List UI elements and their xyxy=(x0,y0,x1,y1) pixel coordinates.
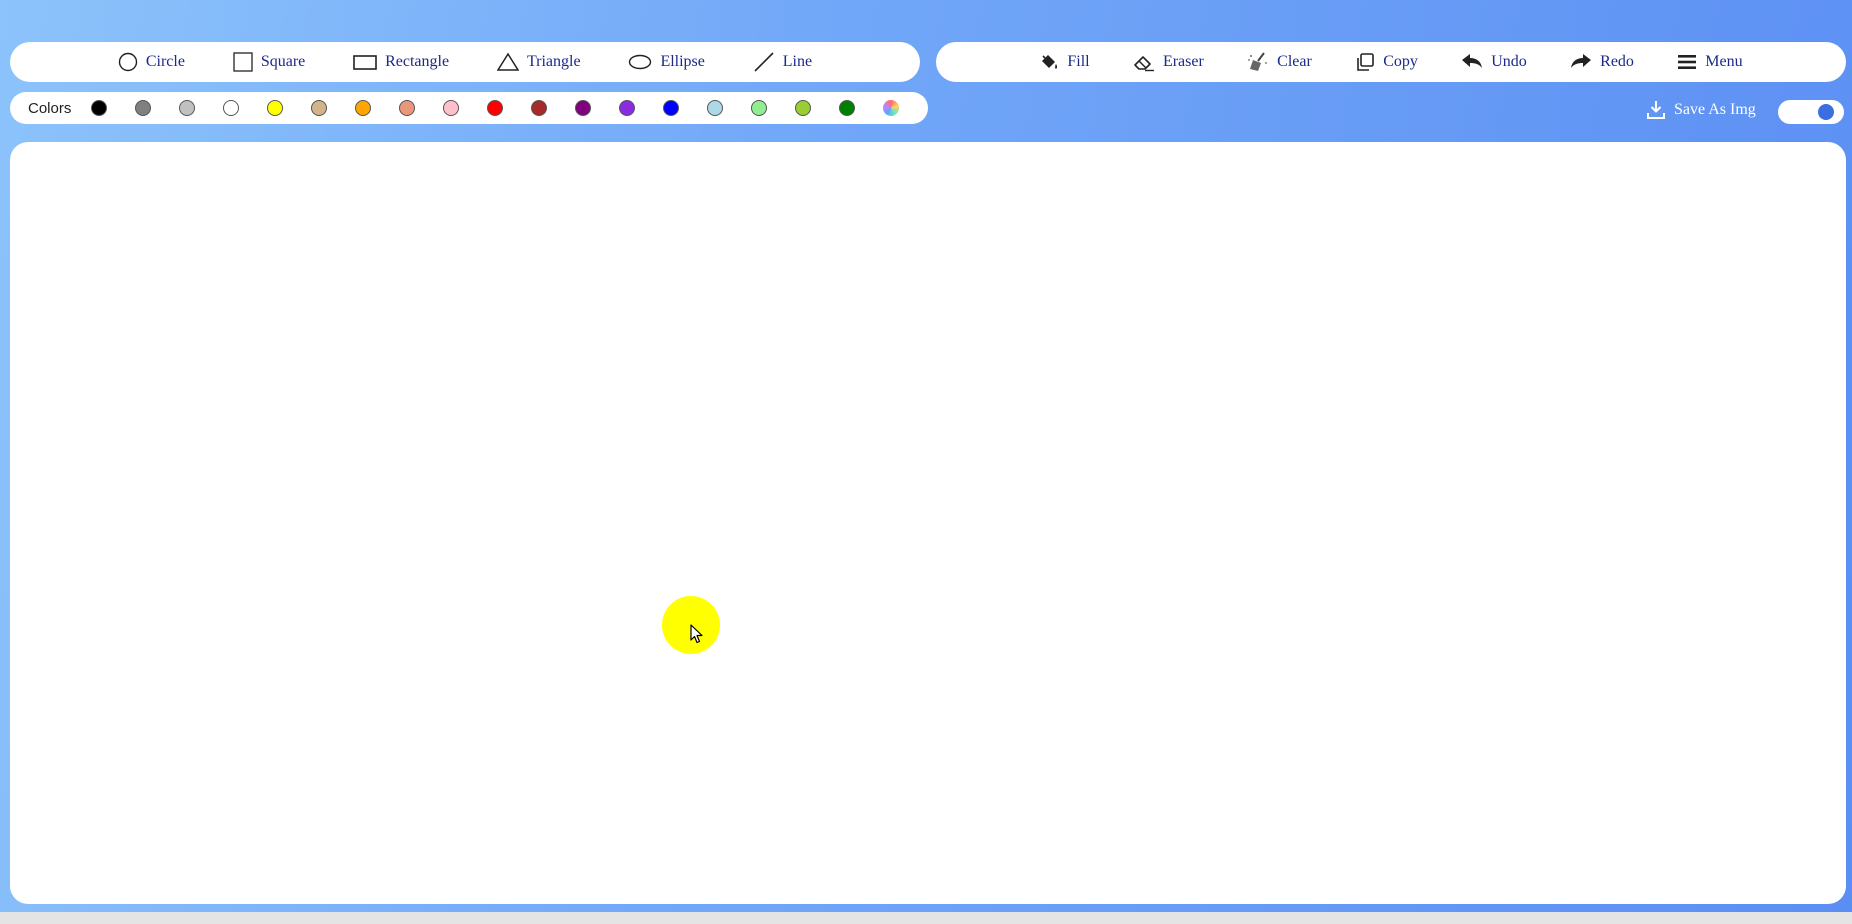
color-swatch-yellowgreen[interactable] xyxy=(795,100,812,116)
square-button[interactable]: Square xyxy=(233,52,305,72)
toggle-knob xyxy=(1818,104,1834,120)
circle-label: Circle xyxy=(145,53,185,70)
shapes-toolbar: Circle Square Rectangle Triangle Ellipse… xyxy=(10,42,920,82)
colors-label: Colors xyxy=(28,99,72,117)
redo-label: Redo xyxy=(1600,53,1634,70)
triangle-button[interactable]: Triangle xyxy=(496,52,581,72)
color-swatch-tan[interactable] xyxy=(311,100,328,116)
color-swatch-pink[interactable] xyxy=(443,100,460,116)
save-as-image-label: Save As Img xyxy=(1674,101,1756,118)
line-label: Line xyxy=(782,53,813,70)
broom-icon xyxy=(1248,52,1268,71)
clear-label: Clear xyxy=(1277,53,1312,70)
square-icon xyxy=(233,52,253,72)
window-bottom-border xyxy=(0,912,1852,924)
fill-button[interactable]: Fill xyxy=(1039,52,1090,72)
color-swatch-yellow[interactable] xyxy=(267,100,284,116)
tools-toolbar: Fill Eraser Clear Copy Undo Redo Menu xyxy=(936,42,1846,82)
color-swatch-blueviolet[interactable] xyxy=(619,100,636,116)
redo-icon xyxy=(1571,54,1592,68)
color-swatch-brown[interactable] xyxy=(531,100,548,116)
circle-button[interactable]: Circle xyxy=(118,52,185,72)
eraser-icon xyxy=(1134,56,1154,72)
triangle-icon xyxy=(496,52,519,71)
redo-button[interactable]: Redo xyxy=(1570,53,1634,71)
colors-palette: Colors xyxy=(10,92,928,124)
paint-bucket-icon xyxy=(1042,55,1058,69)
ellipse-button[interactable]: Ellipse xyxy=(628,53,705,71)
mouse-pointer-icon xyxy=(690,624,703,644)
color-swatch-white[interactable] xyxy=(223,100,240,116)
rectangle-label: Rectangle xyxy=(385,53,450,70)
copy-icon xyxy=(1357,53,1374,71)
color-swatch-green[interactable] xyxy=(839,100,856,116)
color-swatch-red[interactable] xyxy=(487,100,504,116)
undo-button[interactable]: Undo xyxy=(1461,53,1527,71)
color-swatch-lightblue[interactable] xyxy=(707,100,724,116)
rectangle-button[interactable]: Rectangle xyxy=(353,53,449,71)
color-swatch-orange[interactable] xyxy=(355,100,372,116)
undo-label: Undo xyxy=(1491,53,1527,70)
rectangle-icon xyxy=(353,55,377,70)
ellipse-icon xyxy=(629,54,652,70)
color-swatch-blue[interactable] xyxy=(663,100,680,116)
save-as-image-button[interactable]: Save As Img xyxy=(1646,100,1756,120)
download-icon xyxy=(1647,101,1665,119)
color-swatch-silver[interactable] xyxy=(179,100,196,116)
hamburger-menu-icon xyxy=(1678,55,1697,69)
theme-toggle-switch[interactable] xyxy=(1778,100,1844,124)
line-button[interactable]: Line xyxy=(753,52,812,72)
copy-label: Copy xyxy=(1383,53,1418,70)
copy-button[interactable]: Copy xyxy=(1355,52,1418,72)
eraser-label: Eraser xyxy=(1162,53,1204,70)
eraser-button[interactable]: Eraser xyxy=(1133,52,1204,72)
color-swatch-black[interactable] xyxy=(91,100,108,116)
custom-color-picker-icon[interactable] xyxy=(883,100,900,116)
undo-icon xyxy=(1462,54,1483,68)
fill-label: Fill xyxy=(1067,53,1090,70)
menu-label: Menu xyxy=(1705,53,1743,70)
line-icon xyxy=(754,52,774,72)
color-swatch-darksalmon[interactable] xyxy=(399,100,416,116)
ellipse-label: Ellipse xyxy=(660,53,705,70)
drawing-canvas[interactable] xyxy=(10,142,1846,904)
circle-icon xyxy=(118,52,138,72)
triangle-label: Triangle xyxy=(526,53,581,70)
color-swatch-lightgreen[interactable] xyxy=(751,100,768,116)
color-swatch-gray[interactable] xyxy=(135,100,152,116)
menu-button[interactable]: Menu xyxy=(1677,53,1743,71)
color-swatch-purple[interactable] xyxy=(575,100,592,116)
square-label: Square xyxy=(260,53,306,70)
clear-button[interactable]: Clear xyxy=(1247,51,1312,73)
